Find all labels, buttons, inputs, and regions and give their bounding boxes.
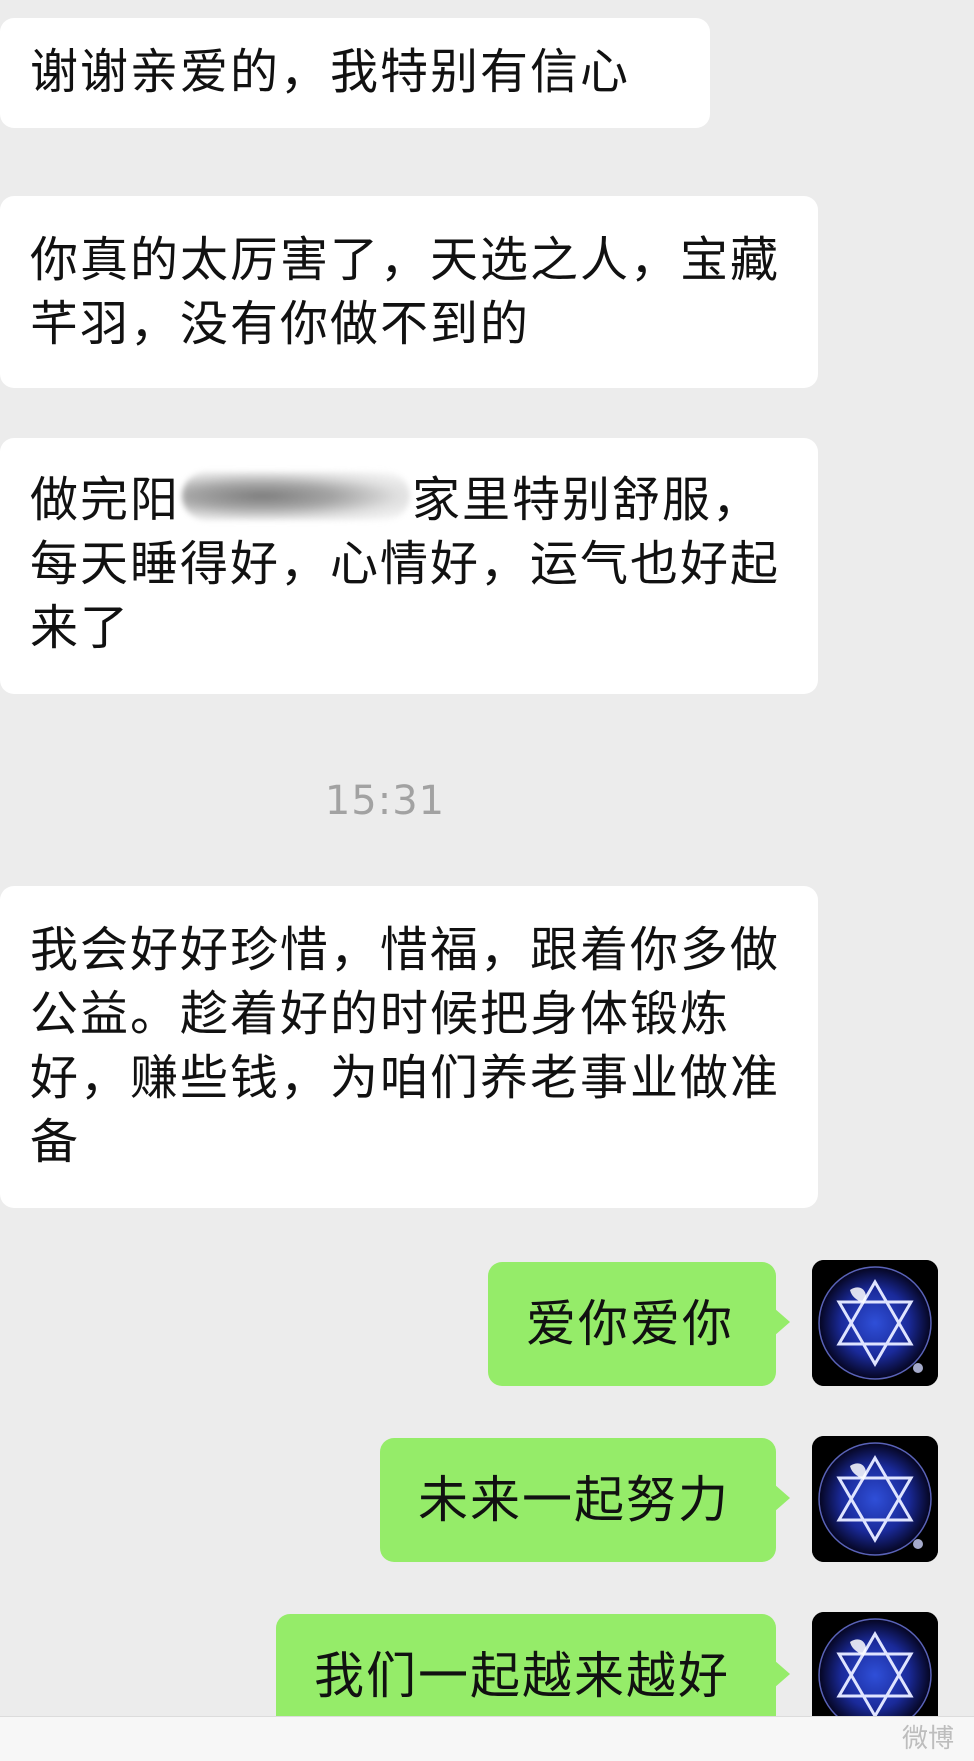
message-text: 未来一起努力 (418, 1471, 730, 1529)
message-text: 谢谢亲爱的，我特别有信心 (30, 44, 631, 100)
outgoing-message[interactable]: 未来一起努力 (380, 1438, 790, 1562)
incoming-message[interactable]: 做完阳 家里特别舒服，每天睡得好，心情好，运气也好起来了 (0, 438, 818, 694)
input-bar (0, 1716, 974, 1761)
watermark: 微博 (901, 1724, 954, 1754)
message-text: 我会好好珍惜，惜福，跟着你多做公益。趁着好的时候把身体锻炼好，赚些钱，为咱们养老… (30, 922, 781, 1170)
incoming-message[interactable]: 你真的太厉害了，天选之人，宝藏芊羽，没有你做不到的 (0, 196, 818, 388)
message-text: 你真的太厉害了，天选之人，宝藏芊羽，没有你做不到的 (30, 232, 781, 352)
incoming-message[interactable]: 谢谢亲爱的，我特别有信心 (0, 18, 710, 128)
incoming-message[interactable]: 我会好好珍惜，惜福，跟着你多做公益。趁着好的时候把身体锻炼好，赚些钱，为咱们养老… (0, 886, 818, 1208)
message-text: 爱你爱你 (526, 1295, 734, 1353)
hexagram-star-avatar-icon[interactable] (812, 1260, 938, 1386)
message-timestamp: 15:31 (324, 778, 446, 824)
message-text: 做完阳 (30, 472, 181, 528)
chat-window: 谢谢亲爱的，我特别有信心 你真的太厉害了，天选之人，宝藏芊羽，没有你做不到的 做… (0, 0, 974, 1760)
message-text: 我们一起越来越好 (314, 1647, 730, 1705)
redacted-text (182, 468, 411, 524)
outgoing-message[interactable]: 爱你爱你 (488, 1262, 790, 1386)
hexagram-star-avatar-icon[interactable] (812, 1436, 938, 1562)
